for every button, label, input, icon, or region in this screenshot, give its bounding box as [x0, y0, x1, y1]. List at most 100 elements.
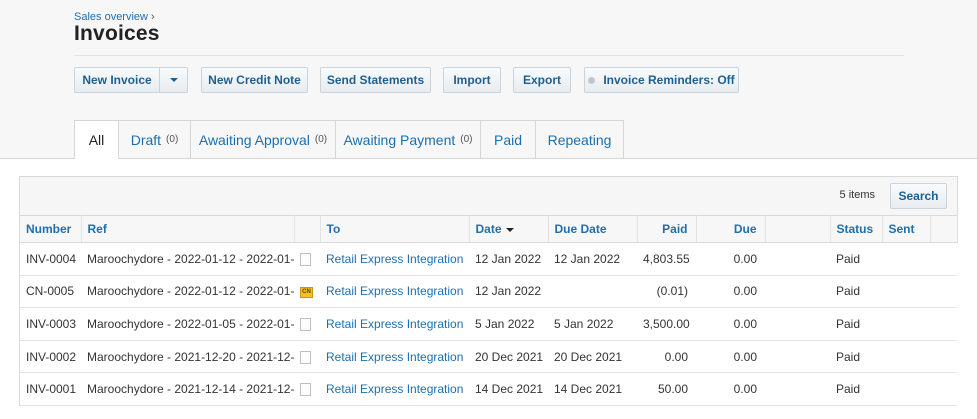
new-credit-note-button[interactable]: New Credit Note: [201, 67, 308, 93]
table-row[interactable]: INV-0004 Maroochydore - 2022-01-12 - 202…: [20, 242, 957, 276]
table-row[interactable]: INV-0001 Maroochydore - 2021-12-14 - 202…: [20, 372, 957, 406]
column-header-paid[interactable]: Paid: [637, 215, 697, 243]
import-button[interactable]: Import: [443, 67, 501, 93]
tab-draft[interactable]: Draft (0): [118, 120, 191, 158]
page-title: Invoices: [74, 22, 160, 45]
table-header-row: Number Ref To Date Due Date Paid Due Sta…: [20, 215, 958, 243]
column-header-due-date[interactable]: Due Date: [548, 215, 638, 243]
spacer-cell: [765, 340, 830, 374]
tab-awaiting-approval[interactable]: Awaiting Approval (0): [190, 120, 336, 158]
invoice-date: 12 Jan 2022: [469, 242, 548, 276]
invoice-sent: [882, 372, 930, 406]
invoice-sent: [882, 275, 930, 309]
invoice-paid: 3,500.00: [637, 307, 696, 341]
invoice-reminders-button[interactable]: Invoice Reminders: Off: [584, 67, 739, 93]
invoice-status: Paid: [830, 242, 882, 276]
column-header-spacer: [765, 215, 831, 243]
end-cell: [930, 307, 957, 341]
invoice-due-date: [548, 275, 637, 309]
column-header-icon: [294, 215, 321, 243]
invoice-status: Paid: [830, 372, 882, 406]
invoice-paid: 4,803.55: [637, 242, 696, 276]
contact-link[interactable]: Retail Express Integration: [320, 275, 469, 309]
table-row[interactable]: INV-0002 Maroochydore - 2021-12-20 - 202…: [20, 340, 957, 374]
invoice-number[interactable]: INV-0001: [20, 372, 81, 406]
contact-link[interactable]: Retail Express Integration: [320, 242, 469, 276]
icon-cell: [294, 307, 320, 341]
tab-paid[interactable]: Paid: [480, 120, 536, 158]
tab-repeating[interactable]: Repeating: [535, 120, 624, 158]
column-header-ref[interactable]: Ref: [81, 215, 295, 243]
invoice-tabs: All Draft (0) Awaiting Approval (0) Awaiti…: [74, 120, 624, 159]
invoice-ref[interactable]: Maroochydore - 2022-01-05 - 2022-01-05: [81, 307, 294, 341]
invoice-ref[interactable]: Maroochydore - 2021-12-14 - 2021-12-14: [81, 372, 294, 406]
invoice-paid: 0.00: [637, 340, 696, 374]
new-invoice-button[interactable]: New Invoice: [75, 68, 159, 92]
invoice-paid: 50.00: [637, 372, 696, 406]
spacer-cell: [765, 242, 830, 276]
invoice-due: 0.00: [696, 372, 765, 406]
invoice-due: 0.00: [696, 340, 765, 374]
invoice-sent: [882, 340, 930, 374]
tab-awaiting-payment[interactable]: Awaiting Payment (0): [335, 120, 481, 158]
items-count: 5 items: [839, 189, 875, 201]
invoice-due-date: 12 Jan 2022: [548, 242, 637, 276]
document-icon: [300, 318, 311, 332]
invoice-due: 0.00: [696, 307, 765, 341]
contact-link[interactable]: Retail Express Integration: [320, 372, 469, 406]
contact-link[interactable]: Retail Express Integration: [320, 340, 469, 374]
column-header-end: [930, 215, 958, 243]
list-toolbar: 5 items Search: [20, 177, 957, 215]
column-header-date[interactable]: Date: [469, 215, 549, 243]
invoice-date: 12 Jan 2022: [469, 275, 548, 309]
tab-label: Awaiting Payment: [343, 131, 456, 148]
tab-count: (0): [460, 134, 473, 145]
tab-count: (0): [314, 134, 328, 145]
invoice-due: 0.00: [696, 275, 765, 309]
invoice-due-date: 20 Dec 2021: [548, 340, 637, 374]
invoice-due-date: 5 Jan 2022: [548, 307, 637, 341]
column-header-status[interactable]: Status: [830, 215, 883, 243]
document-icon: [300, 252, 311, 266]
end-cell: [930, 372, 957, 406]
invoice-due-date: 14 Dec 2021: [548, 372, 637, 406]
invoice-number[interactable]: INV-0002: [20, 340, 81, 374]
sort-descending-icon: [505, 227, 514, 232]
document-icon: [300, 383, 311, 397]
column-header-sent[interactable]: Sent: [882, 215, 931, 243]
new-invoice-split-button[interactable]: New Invoice: [74, 67, 188, 93]
invoice-number[interactable]: INV-0004: [20, 242, 81, 276]
end-cell: [930, 340, 957, 374]
invoice-date: 20 Dec 2021: [469, 340, 548, 374]
end-cell: [930, 275, 957, 309]
invoice-number[interactable]: INV-0003: [20, 307, 81, 341]
tab-label: Draft: [130, 131, 162, 148]
credit-note-icon: CN: [300, 286, 313, 298]
invoice-date: 5 Jan 2022: [469, 307, 548, 341]
column-header-due[interactable]: Due: [696, 215, 766, 243]
invoice-ref[interactable]: Maroochydore - 2022-01-12 - 2022-01-12: [81, 242, 294, 276]
tab-label: Repeating: [547, 131, 612, 148]
invoice-status: Paid: [830, 340, 882, 374]
tab-all[interactable]: All: [74, 120, 119, 159]
invoice-due: 0.00: [696, 242, 765, 276]
column-header-number[interactable]: Number: [20, 215, 82, 243]
export-button[interactable]: Export: [513, 67, 571, 93]
header-divider: [74, 55, 904, 56]
invoice-ref[interactable]: Maroochydore - 2022-01-12 - 2022-01-12: [81, 275, 294, 309]
invoice-sent: [882, 307, 930, 341]
icon-cell: [294, 372, 320, 406]
table-row[interactable]: INV-0003 Maroochydore - 2022-01-05 - 202…: [20, 307, 957, 341]
invoice-status: Paid: [830, 307, 882, 341]
status-dot-icon: [588, 76, 596, 84]
invoice-date: 14 Dec 2021: [469, 372, 548, 406]
invoice-ref[interactable]: Maroochydore - 2021-12-20 - 2021-12-20: [81, 340, 294, 374]
send-statements-button[interactable]: Send Statements: [320, 67, 431, 93]
contact-link[interactable]: Retail Express Integration: [320, 307, 469, 341]
invoice-number[interactable]: CN-0005: [20, 275, 81, 309]
search-button[interactable]: Search: [890, 183, 947, 209]
column-header-date-label: Date: [475, 222, 502, 236]
table-row[interactable]: CN-0005 Maroochydore - 2022-01-12 - 2022…: [20, 275, 957, 309]
column-header-to[interactable]: To: [320, 215, 470, 243]
new-invoice-dropdown-button[interactable]: [159, 68, 187, 92]
